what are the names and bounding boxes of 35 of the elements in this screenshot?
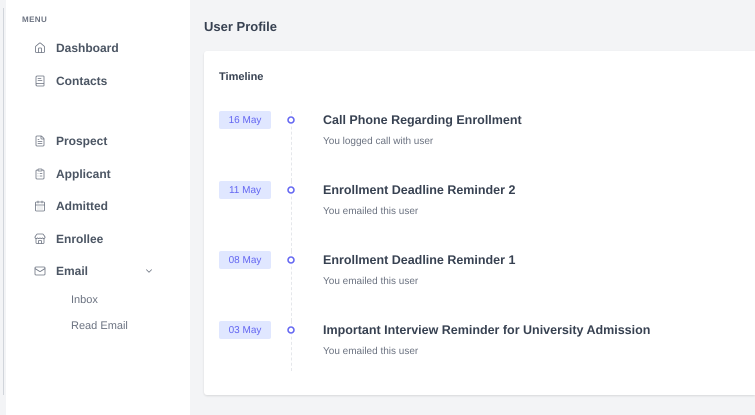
event-title: Call Phone Regarding Enrollment bbox=[323, 112, 522, 129]
book-icon bbox=[34, 74, 46, 87]
timeline-dot-icon bbox=[287, 116, 295, 124]
calendar-icon bbox=[34, 200, 46, 212]
card-title: Timeline bbox=[219, 70, 264, 84]
event-detail: You logged call with user bbox=[323, 135, 434, 149]
date-badge: 03 May bbox=[219, 321, 271, 339]
timeline-dot-icon bbox=[287, 256, 295, 264]
page-title: User Profile bbox=[204, 18, 277, 36]
document-icon bbox=[34, 135, 46, 148]
timeline-dot-icon bbox=[287, 326, 295, 334]
menu-heading: MENU bbox=[22, 14, 48, 26]
event-title: Important Interview Reminder for University Admission bbox=[323, 322, 650, 339]
home-icon bbox=[34, 42, 46, 54]
menu-item[interactable]: Admitted bbox=[22, 190, 174, 222]
event-title: Enrollment Deadline Reminder 1 bbox=[323, 252, 516, 269]
clipboard-icon bbox=[34, 168, 46, 180]
date-badge: 08 May bbox=[219, 251, 271, 269]
date-badge: 16 May bbox=[219, 111, 271, 129]
menu-item[interactable]: Applicant bbox=[22, 158, 174, 190]
menu-item[interactable]: Prospect bbox=[22, 125, 174, 158]
submenu-item[interactable]: Read Email bbox=[71, 314, 128, 340]
menu-item[interactable]: Contacts bbox=[22, 64, 174, 97]
date-badge: 11 May bbox=[219, 181, 271, 199]
menu-item[interactable]: Dashboard bbox=[22, 32, 174, 64]
menu-item[interactable]: Enrollee bbox=[22, 222, 174, 255]
store-icon bbox=[34, 232, 46, 245]
event-title: Enrollment Deadline Reminder 2 bbox=[323, 182, 516, 199]
submenu-item[interactable]: Inbox bbox=[71, 288, 98, 314]
timeline-dot-icon bbox=[287, 186, 295, 194]
event-detail: You emailed this user bbox=[323, 275, 420, 289]
event-detail: You emailed this user bbox=[323, 205, 420, 219]
mail-icon bbox=[34, 265, 46, 278]
event-detail: You emailed this user bbox=[323, 345, 420, 359]
menu-item[interactable]: Email bbox=[22, 255, 174, 288]
